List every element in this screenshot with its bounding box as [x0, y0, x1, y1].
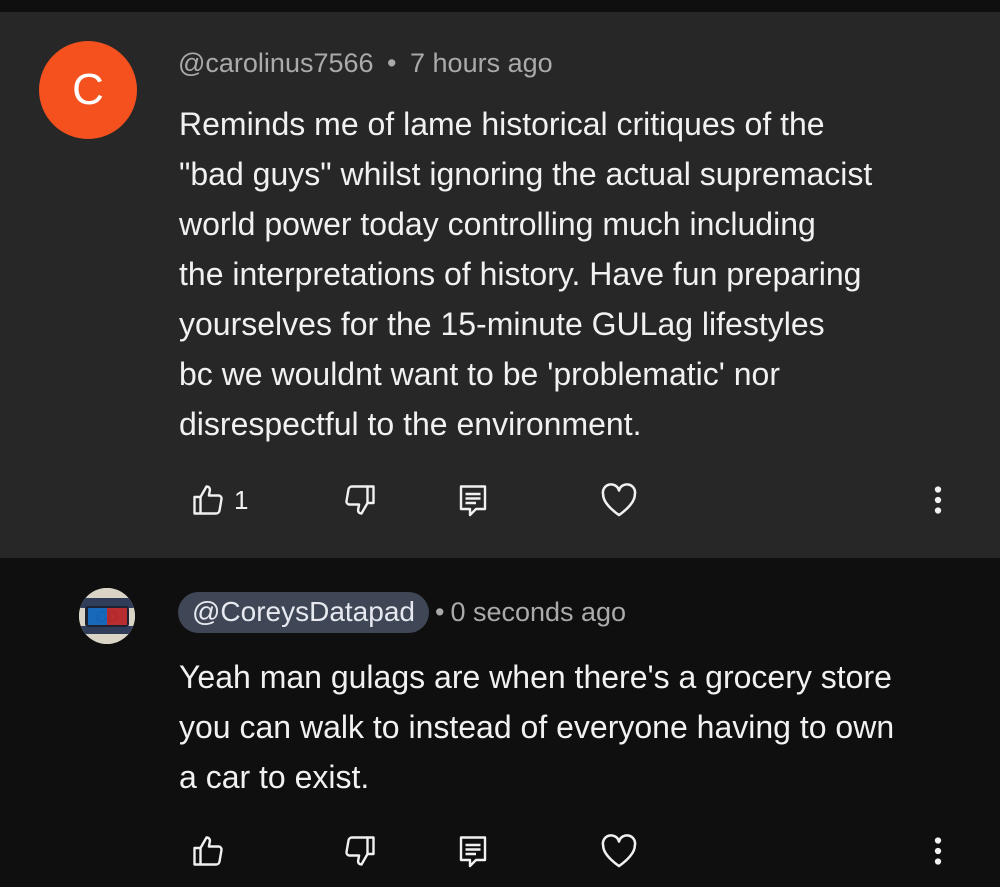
reply-icon [459, 485, 487, 517]
top-strip [0, 0, 1000, 12]
avatar[interactable]: CD [79, 588, 135, 644]
heart-icon [601, 483, 637, 517]
thumbs-down-icon [345, 836, 375, 866]
comment-actions [0, 826, 1000, 876]
comment-line: bc we wouldnt want to be 'problematic' n… [179, 356, 780, 392]
meta-separator: • [387, 48, 397, 78]
comment-line: disrespectful to the environment. [179, 406, 642, 442]
comment-line: world power today controlling much inclu… [179, 206, 816, 242]
thumbs-up-icon [193, 836, 223, 866]
comment-1: C @carolinus7566 • 7 hours ago Reminds m… [0, 12, 1000, 558]
heart-button[interactable] [600, 826, 638, 876]
comment-line: the interpretations of history. Have fun… [179, 256, 862, 292]
thumbs-down-icon [345, 485, 375, 515]
avatar-letter: C [72, 65, 104, 114]
comment-meta: @carolinus7566 • 7 hours ago [178, 48, 553, 79]
author-handle[interactable]: @carolinus7566 [178, 48, 374, 78]
meta-separator: • [434, 597, 445, 627]
comment-line: you can walk to instead of everyone havi… [179, 709, 895, 745]
dislike-button[interactable] [342, 826, 378, 876]
comment-line: "bad guys" whilst ignoring the actual su… [179, 156, 873, 192]
more-button[interactable] [930, 475, 946, 525]
reply-icon [459, 836, 487, 868]
reply-button[interactable] [458, 826, 488, 876]
comment-meta: @CoreysDatapad • 0 seconds ago [178, 592, 626, 633]
timestamp: 0 seconds ago [450, 597, 627, 627]
thumbs-up-icon [193, 485, 223, 515]
author-handle-pill[interactable]: @CoreysDatapad [178, 592, 429, 633]
like-count: 1 [234, 484, 249, 515]
comment-body: Reminds me of lame historical critiques … [179, 99, 949, 449]
reply-button[interactable] [458, 475, 488, 525]
comment-line: yourselves for the 15-minute GULag lifes… [179, 306, 825, 342]
comment-2: CD @CoreysDatapad • 0 seconds ago Yeah m… [0, 558, 1000, 887]
comment-line: Reminds me of lame historical critiques … [179, 106, 825, 142]
comment-line: a car to exist. [179, 759, 370, 795]
heart-icon [601, 834, 637, 868]
dislike-button[interactable] [342, 475, 378, 525]
avatar[interactable]: C [39, 41, 137, 139]
comment-body: Yeah man gulags are when there's a groce… [179, 652, 959, 802]
more-vert-icon [934, 837, 942, 865]
more-button[interactable] [930, 826, 946, 876]
like-button[interactable]: 1 [190, 475, 248, 525]
comment-actions: 1 [0, 475, 1000, 525]
heart-button[interactable] [600, 475, 638, 525]
timestamp: 7 hours ago [410, 48, 553, 78]
more-vert-icon [934, 486, 942, 514]
like-button[interactable] [190, 826, 226, 876]
comment-line: Yeah man gulags are when there's a groce… [179, 659, 892, 695]
